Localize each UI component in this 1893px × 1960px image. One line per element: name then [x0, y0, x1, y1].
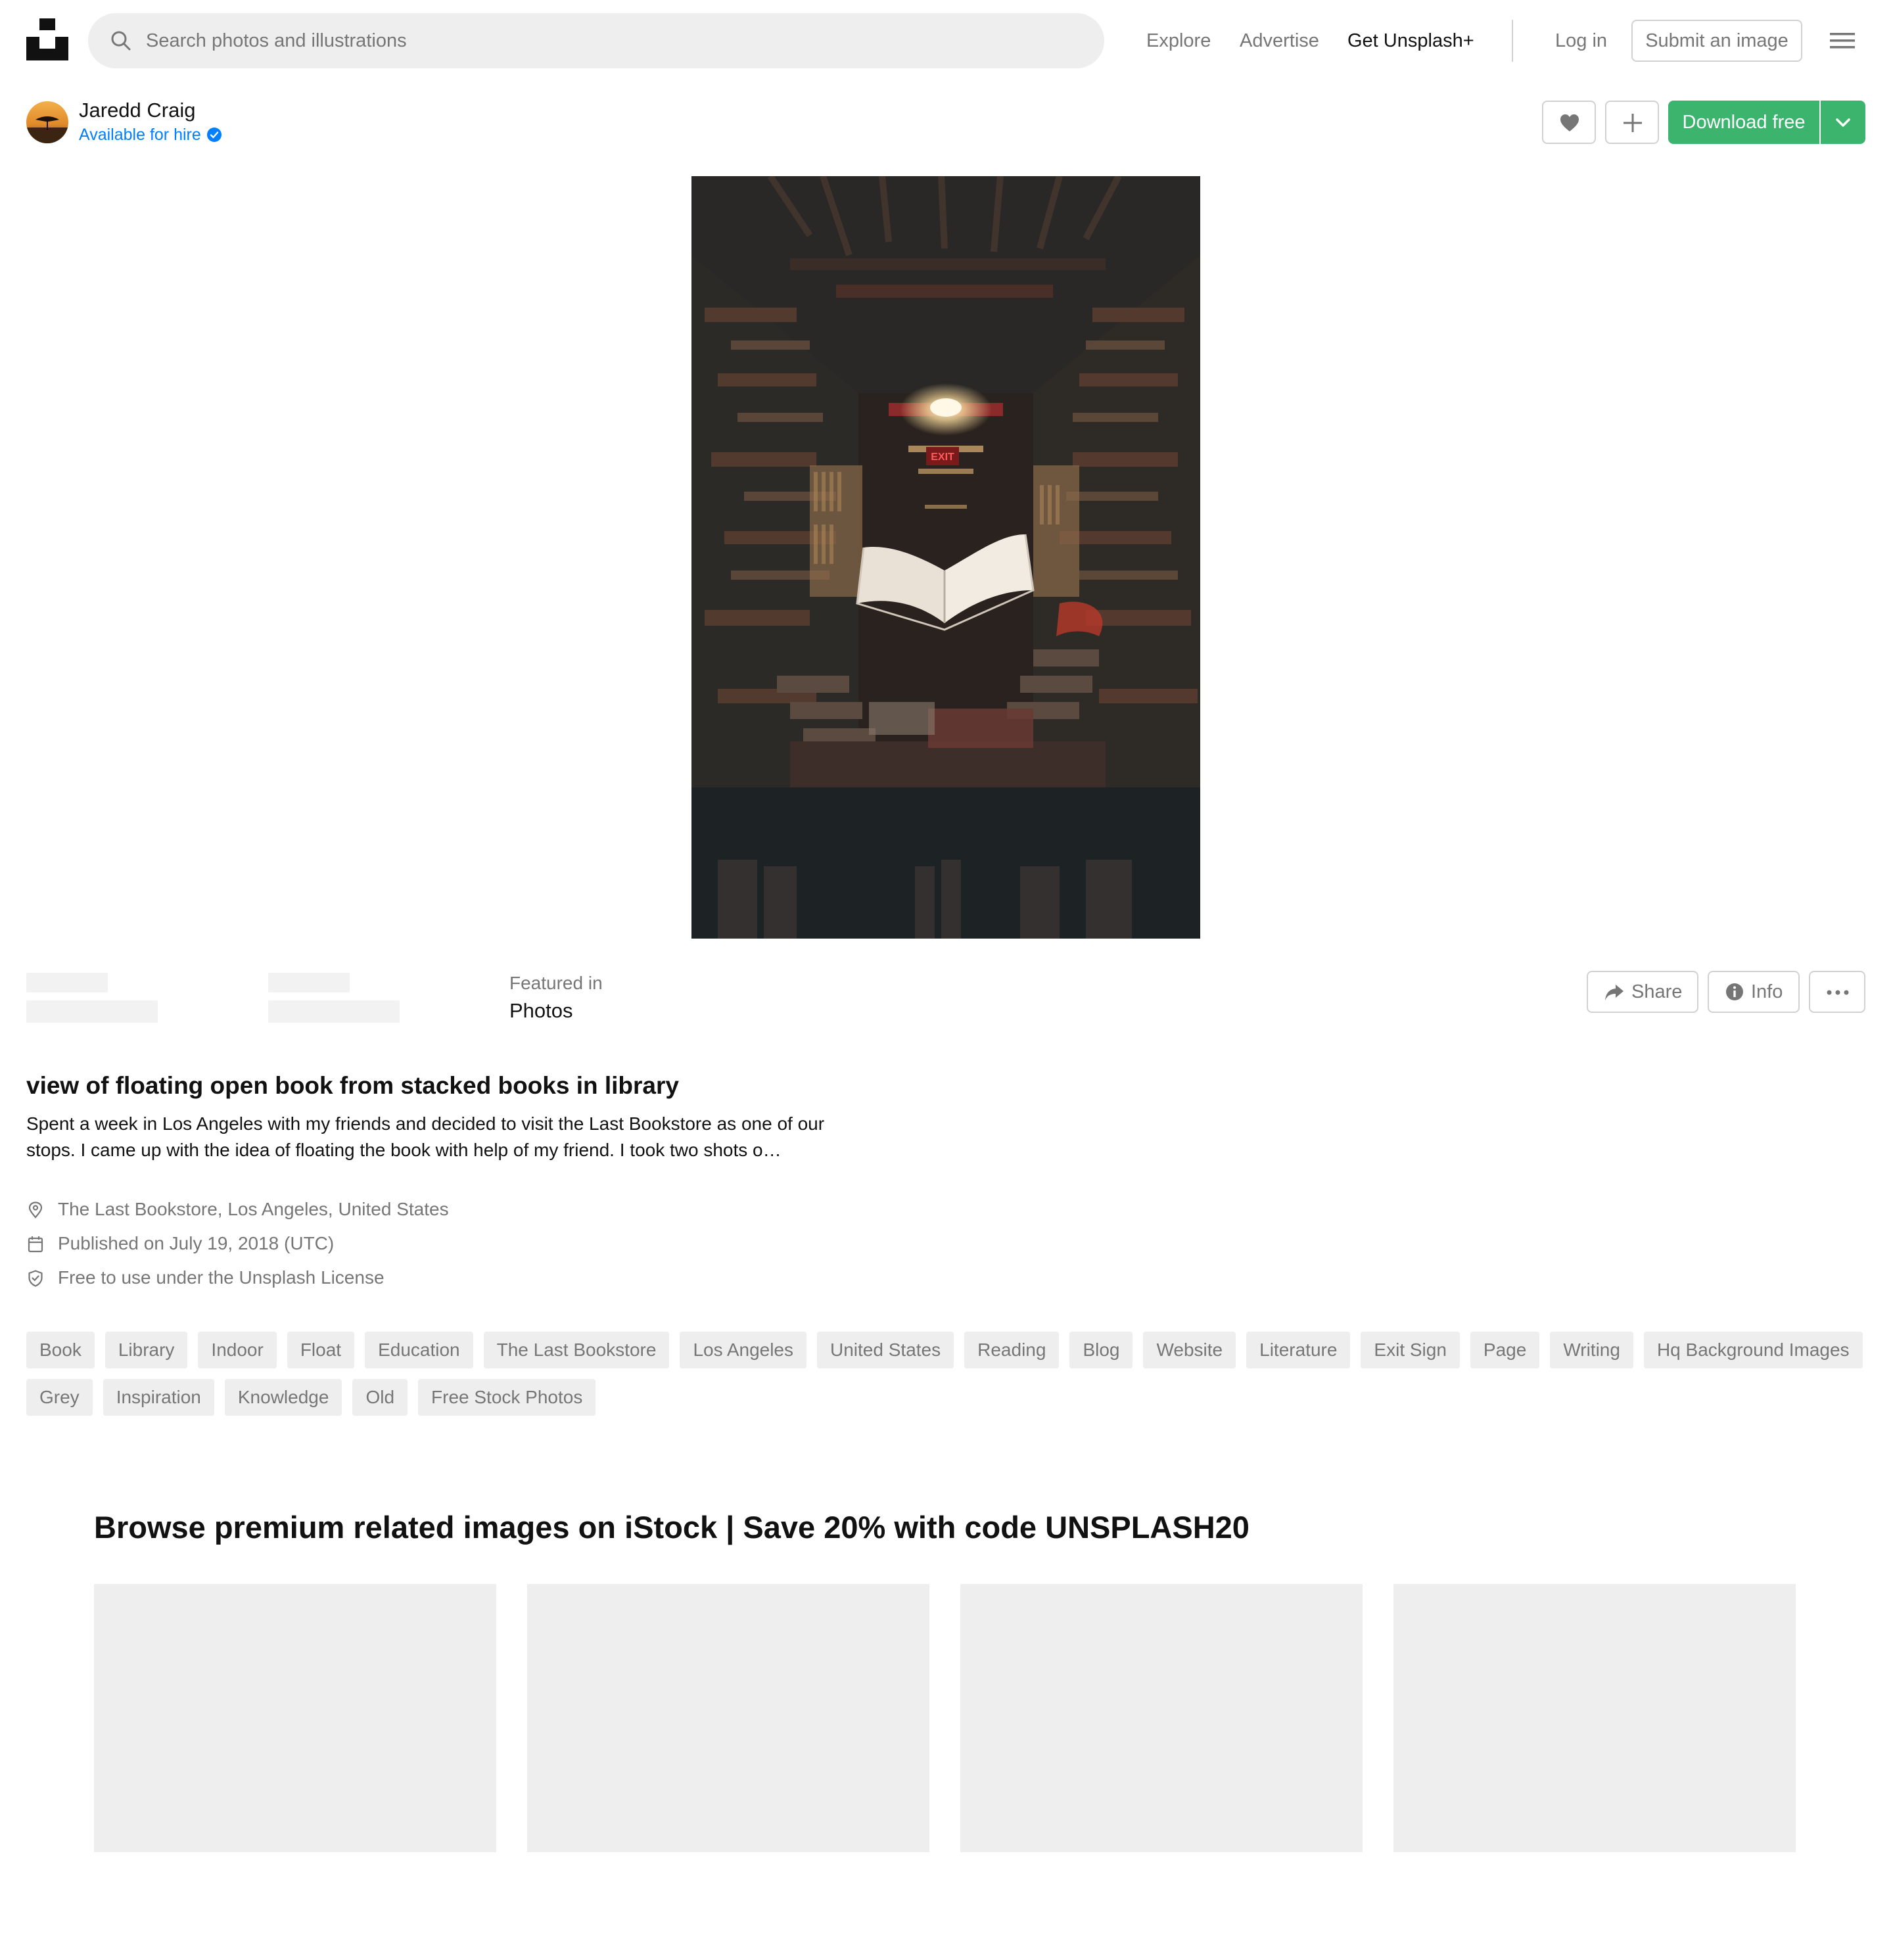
- photo-image: EXIT: [691, 176, 1200, 939]
- tag-page[interactable]: Page: [1470, 1332, 1540, 1368]
- downloads-label-placeholder: [268, 973, 350, 992]
- shield-check-icon: [28, 1270, 43, 1287]
- nav-explore-link[interactable]: Explore: [1146, 20, 1211, 62]
- map-pin-icon: [28, 1202, 43, 1219]
- available-for-hire-label: Available for hire: [79, 126, 201, 144]
- location-link[interactable]: The Last Bookstore, Los Angeles, United …: [58, 1196, 449, 1223]
- exit-sign-text: EXIT: [931, 452, 954, 463]
- tag-education[interactable]: Education: [365, 1332, 473, 1368]
- search-placeholder: Search photos and illustrations: [146, 30, 407, 51]
- tag-hq-background-images[interactable]: Hq Background Images: [1643, 1332, 1863, 1368]
- featured-in-label: Featured in: [509, 973, 603, 993]
- more-dots-icon: [1827, 990, 1849, 995]
- istock-section-title: Browse premium related images on iStock …: [94, 1510, 1250, 1545]
- more-actions-button[interactable]: [1809, 971, 1865, 1013]
- tag-exit-sign[interactable]: Exit Sign: [1361, 1332, 1460, 1368]
- search-icon: [111, 31, 131, 51]
- tag-float[interactable]: Float: [287, 1332, 355, 1368]
- tag-book[interactable]: Book: [26, 1332, 95, 1368]
- unsplash-logo-icon[interactable]: [26, 18, 68, 60]
- istock-image-card[interactable]: [94, 1584, 496, 1852]
- photo-description: Spent a week in Los Angeles with my frie…: [26, 1113, 825, 1160]
- nav-divider: [1512, 20, 1513, 62]
- calendar-icon: [28, 1236, 43, 1253]
- share-arrow-icon: [1605, 985, 1624, 1000]
- share-button[interactable]: Share: [1587, 971, 1698, 1013]
- search-input[interactable]: Search photos and illustrations: [88, 13, 1104, 68]
- photo-title: view of floating open book from stacked …: [26, 1072, 679, 1099]
- login-link[interactable]: Log in: [1555, 20, 1607, 62]
- info-button[interactable]: Info: [1708, 971, 1800, 1013]
- tag-los-angeles[interactable]: Los Angeles: [680, 1332, 807, 1368]
- nav-advertise-link[interactable]: Advertise: [1240, 20, 1319, 62]
- tag-literature[interactable]: Literature: [1246, 1332, 1351, 1368]
- tag-inspiration[interactable]: Inspiration: [103, 1379, 214, 1416]
- published-date: Published on July 19, 2018 (UTC): [58, 1233, 335, 1253]
- download-options-button[interactable]: [1821, 101, 1865, 144]
- tag-writing[interactable]: Writing: [1550, 1332, 1633, 1368]
- avatar[interactable]: [26, 101, 68, 143]
- verified-badge-icon: [206, 128, 222, 142]
- istock-image-card[interactable]: [960, 1584, 1363, 1852]
- tag-the-last-bookstore[interactable]: The Last Bookstore: [483, 1332, 670, 1368]
- nav-unsplash-plus-link[interactable]: Get Unsplash+: [1347, 20, 1474, 62]
- plus-icon: [1624, 114, 1642, 132]
- heart-icon: [1560, 114, 1579, 131]
- share-label: Share: [1631, 981, 1683, 1002]
- tag-library[interactable]: Library: [105, 1332, 188, 1368]
- tag-reading[interactable]: Reading: [964, 1332, 1060, 1368]
- tag-list: Book Library Indoor Float Education The …: [26, 1332, 1867, 1416]
- add-to-collection-button[interactable]: [1605, 101, 1659, 144]
- photographer-name[interactable]: Jaredd Craig: [79, 97, 195, 124]
- featured-in-link[interactable]: Photos: [509, 998, 573, 1024]
- tag-old[interactable]: Old: [352, 1379, 408, 1416]
- avatar-image: [26, 101, 68, 143]
- tag-grey[interactable]: Grey: [26, 1379, 93, 1416]
- hamburger-menu-icon[interactable]: [1830, 29, 1855, 53]
- like-button[interactable]: [1542, 101, 1596, 144]
- chevron-down-icon: [1836, 118, 1850, 127]
- main-photo[interactable]: EXIT: [691, 176, 1200, 939]
- info-icon: [1726, 983, 1743, 1000]
- tag-website[interactable]: Website: [1143, 1332, 1236, 1368]
- views-label-placeholder: [26, 973, 108, 992]
- tag-free-stock-photos[interactable]: Free Stock Photos: [418, 1379, 596, 1416]
- available-for-hire-link[interactable]: Available for hire: [79, 125, 222, 145]
- download-free-button[interactable]: Download free: [1668, 101, 1819, 144]
- submit-image-button[interactable]: Submit an image: [1631, 20, 1802, 62]
- license-link[interactable]: Free to use under the Unsplash License: [58, 1265, 385, 1291]
- istock-image-card[interactable]: [527, 1584, 929, 1852]
- top-nav: Search photos and illustrations Explore …: [0, 0, 1893, 82]
- istock-image-card[interactable]: [1393, 1584, 1796, 1852]
- tag-blog[interactable]: Blog: [1069, 1332, 1133, 1368]
- tag-knowledge[interactable]: Knowledge: [224, 1379, 342, 1416]
- downloads-value-placeholder: [268, 1000, 400, 1023]
- tag-indoor[interactable]: Indoor: [198, 1332, 277, 1368]
- info-label: Info: [1751, 981, 1783, 1002]
- views-value-placeholder: [26, 1000, 158, 1023]
- tag-united-states[interactable]: United States: [817, 1332, 954, 1368]
